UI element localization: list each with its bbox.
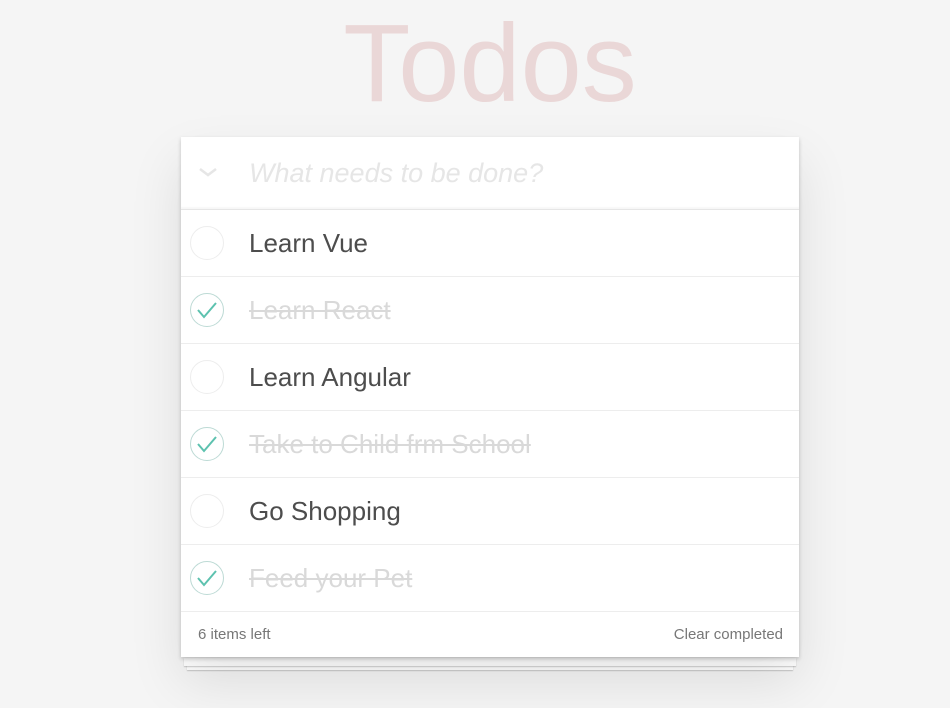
checkmark-icon — [197, 436, 217, 453]
todo-item: Learn React — [181, 277, 799, 344]
todo-checkbox[interactable] — [190, 293, 224, 327]
clear-completed-button[interactable]: Clear completed — [674, 626, 783, 643]
checkmark-icon — [197, 570, 217, 587]
todo-label[interactable]: Learn Vue — [249, 226, 368, 260]
app-title: Todos — [343, 2, 637, 125]
todo-item: Take to Child frm School — [181, 411, 799, 478]
checkmark-icon — [197, 302, 217, 319]
todo-item: Learn Angular — [181, 344, 799, 411]
todo-label[interactable]: Take to Child frm School — [249, 427, 531, 461]
todo-checkbox[interactable] — [190, 494, 224, 528]
todo-app: Learn Vue Learn React Learn Angular Take… — [181, 137, 799, 657]
todo-label[interactable]: Learn Angular — [249, 360, 411, 394]
todo-footer: 6 items left Clear completed — [181, 612, 799, 657]
chevron-down-icon — [199, 168, 217, 177]
todo-label[interactable]: Go Shopping — [249, 494, 401, 528]
todo-item: Learn Vue — [181, 210, 799, 277]
todo-label[interactable]: Feed your Pet — [249, 561, 412, 595]
todo-checkbox[interactable] — [190, 226, 224, 260]
todo-item: Go Shopping — [181, 478, 799, 545]
todo-item: Feed your Pet — [181, 545, 799, 612]
todo-checkbox[interactable] — [190, 561, 224, 595]
new-todo-input[interactable] — [241, 137, 781, 209]
todo-list: Learn Vue Learn React Learn Angular Take… — [181, 210, 799, 612]
stack-shadow-middle — [184, 658, 796, 666]
toggle-all-chevron-down-icon[interactable] — [195, 159, 221, 185]
todo-checkbox[interactable] — [190, 360, 224, 394]
todo-checkbox[interactable] — [190, 427, 224, 461]
items-left-count: 6 items left — [198, 626, 271, 643]
todo-header — [181, 137, 799, 210]
todo-label[interactable]: Learn React — [249, 293, 391, 327]
